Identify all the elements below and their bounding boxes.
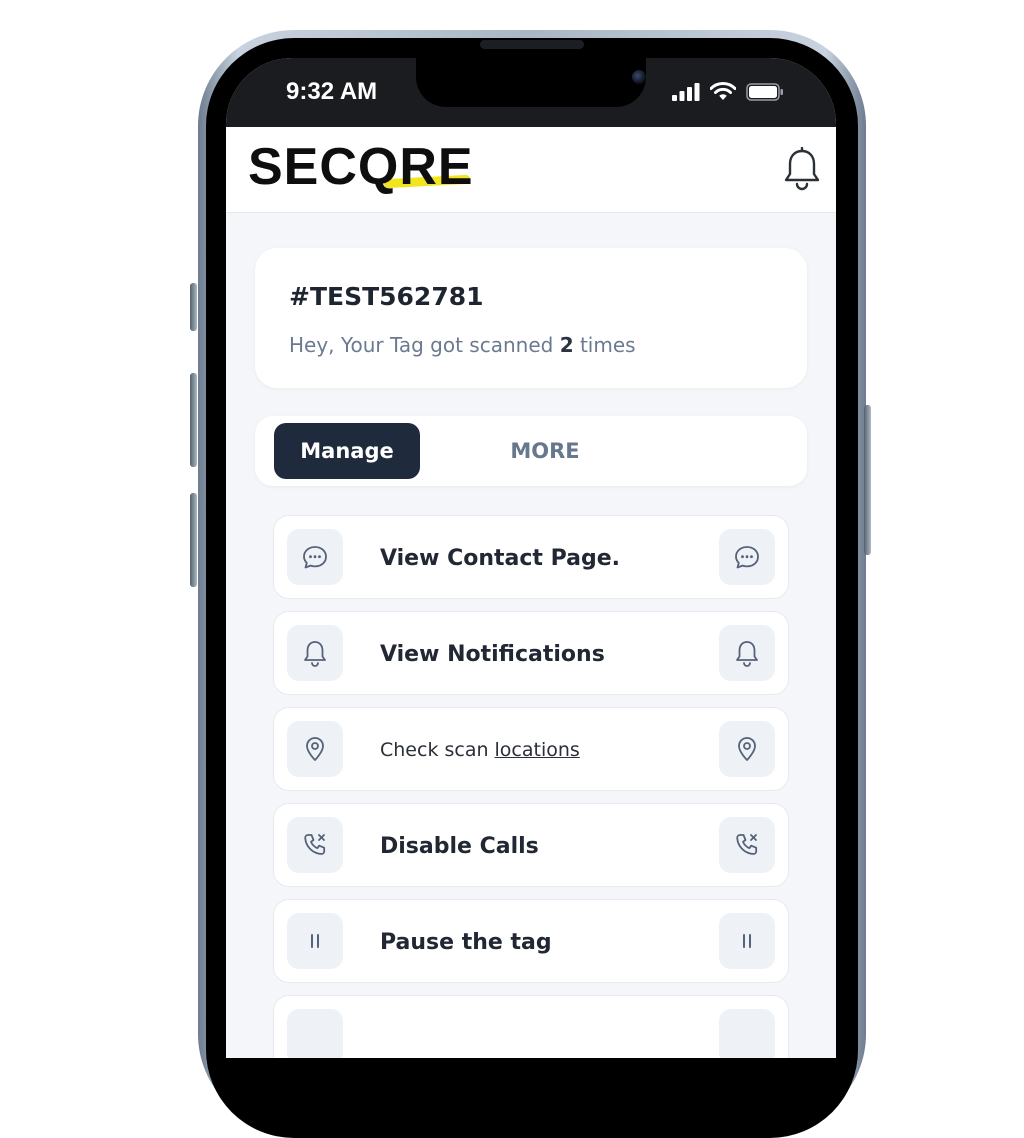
notifications-button[interactable] (782, 146, 822, 191)
action-icon (719, 1009, 775, 1058)
power-button (864, 405, 871, 555)
tab-bar: Manage MORE (255, 416, 807, 486)
bell-icon (784, 146, 820, 191)
scan-count: 2 (559, 333, 574, 357)
notch (416, 58, 646, 107)
phone-off-icon (719, 817, 775, 873)
chat-bubble-icon (719, 529, 775, 585)
action-label: View Notifications (380, 641, 605, 667)
action-label: Disable Calls (380, 833, 539, 859)
action-view-notifications[interactable]: View Notifications (273, 611, 789, 695)
tab-manage[interactable]: Manage (274, 423, 420, 479)
action-pause-tag[interactable]: Pause the tag (273, 899, 789, 983)
battery-icon (746, 82, 783, 101)
action-view-contact-page[interactable]: View Contact Page. (273, 515, 789, 599)
bell-icon (719, 625, 775, 681)
pause-icon (719, 913, 775, 969)
pause-icon (287, 913, 343, 969)
status-icons (672, 82, 784, 101)
action-label-prefix: Check scan (380, 739, 489, 761)
phone-off-icon (287, 817, 343, 873)
volume-down-button (190, 493, 197, 587)
action-label: View Contact Page. (380, 545, 620, 571)
volume-up-button (190, 373, 197, 467)
status-bar: 9:32 AM (226, 58, 836, 127)
action-check-scan-locations[interactable]: Check scan locations (273, 707, 789, 791)
chat-bubble-icon (287, 529, 343, 585)
action-disable-calls[interactable]: Disable Calls (273, 803, 789, 887)
location-pin-icon (287, 721, 343, 777)
action-label: Pause the tag (380, 929, 552, 955)
app-header: SECQRE (226, 127, 836, 213)
front-camera (632, 70, 646, 84)
bell-icon (287, 625, 343, 681)
signal-icon (672, 82, 700, 101)
tag-id: #TEST562781 (289, 282, 484, 311)
scan-text-suffix: times (579, 333, 636, 357)
tag-info-card: #TEST562781 Hey, Your Tag got scanned 2 … (255, 248, 807, 388)
action-row-partial[interactable] (273, 995, 789, 1058)
earpiece-speaker (480, 40, 584, 49)
mute-switch (190, 283, 197, 331)
status-time: 9:32 AM (286, 78, 378, 105)
wifi-icon (710, 82, 736, 100)
action-label: Check scan locations (380, 708, 580, 792)
app-logo: SECQRE (248, 138, 474, 196)
location-pin-icon (719, 721, 775, 777)
locations-link[interactable]: locations (495, 739, 580, 761)
scan-text-prefix: Hey, Your Tag got scanned (289, 333, 554, 357)
tab-more[interactable]: MORE (485, 423, 605, 479)
scan-count-text: Hey, Your Tag got scanned 2 times (289, 333, 636, 357)
action-icon (287, 1009, 343, 1058)
phone-screen: 9:32 AM SECQRE #TEST562781 Hey, Your Tag… (226, 58, 836, 1058)
